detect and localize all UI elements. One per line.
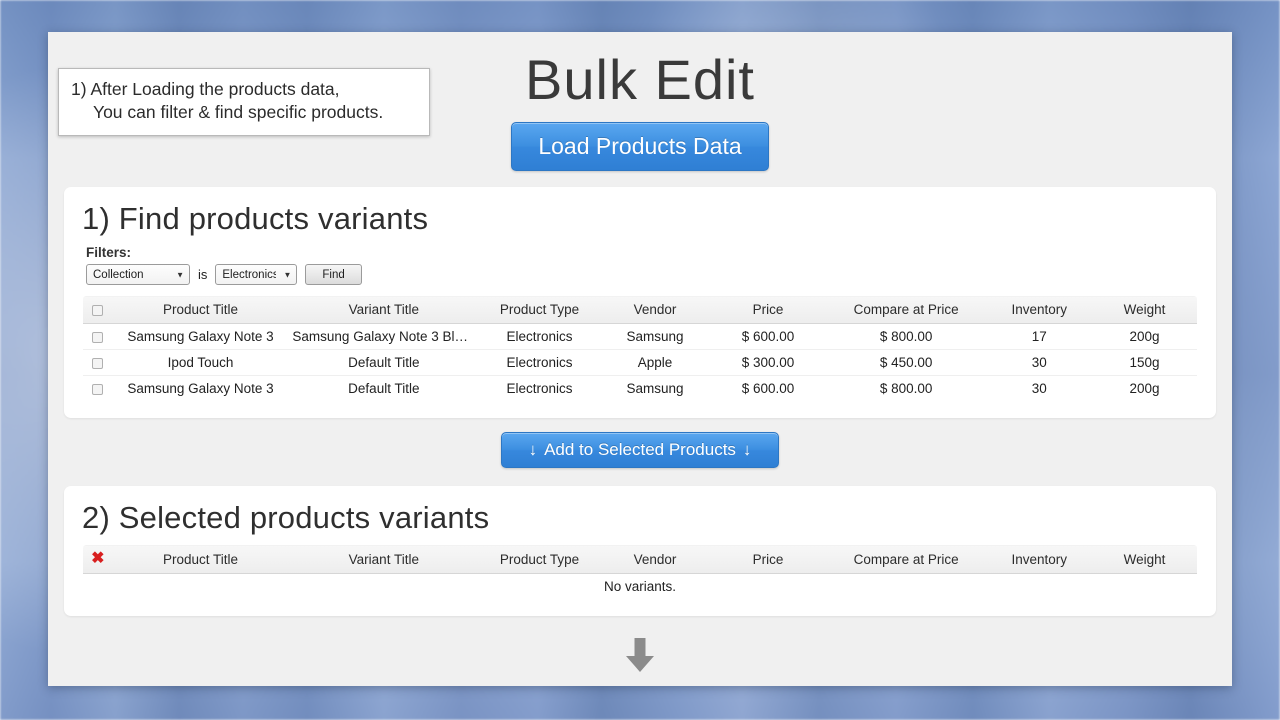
header-weight: Weight: [1092, 296, 1198, 324]
cell-product-title: Ipod Touch: [113, 350, 289, 376]
row-select-cell: [83, 324, 113, 350]
cell-weight: 150g: [1092, 350, 1198, 376]
select-all-header: [83, 296, 113, 324]
cell-product-type: Electronics: [479, 324, 600, 350]
header-product-title: Product Title: [113, 296, 289, 324]
add-to-selected-label: Add to Selected Products: [544, 440, 736, 459]
filter-field-select-wrap: Collection ▼: [86, 264, 190, 285]
selected-variants-table: ✖ Product Title Variant Title Product Ty…: [82, 544, 1198, 600]
instruction-line-1: 1) After Loading the products data,: [71, 78, 417, 101]
instruction-callout: 1) After Loading the products data, You …: [58, 68, 430, 136]
filter-value-select-wrap: Electronics ▼: [215, 264, 297, 285]
select-all-checkbox[interactable]: [92, 305, 103, 316]
header-variant-title: Variant Title: [288, 296, 479, 324]
instruction-line-2: You can filter & find specific products.: [71, 101, 417, 124]
header-product-type: Product Type: [479, 545, 600, 574]
found-variants-table-head: Product Title Variant Title Product Type…: [83, 296, 1198, 324]
empty-state-row: No variants.: [83, 574, 1198, 600]
cell-compare-at-price: $ 800.00: [826, 324, 987, 350]
cell-vendor: Samsung: [600, 376, 710, 402]
cell-product-title: Samsung Galaxy Note 3: [113, 376, 289, 402]
selected-variants-table-body: No variants.: [83, 574, 1198, 600]
filter-value-select[interactable]: Electronics: [215, 264, 297, 285]
find-products-heading: 1) Find products variants: [82, 201, 1198, 237]
cell-variant-title: Default Title: [288, 376, 479, 402]
find-button[interactable]: Find: [305, 264, 361, 285]
cell-weight: 200g: [1092, 324, 1198, 350]
cell-price: $ 600.00: [710, 376, 826, 402]
header-compare-at-price: Compare at Price: [826, 545, 987, 574]
cell-compare-at-price: $ 800.00: [826, 376, 987, 402]
cell-vendor: Apple: [600, 350, 710, 376]
load-products-data-button[interactable]: Load Products Data: [511, 122, 768, 171]
selected-products-card: 2) Selected products variants ✖ Product …: [64, 486, 1216, 616]
found-variants-table: Product Title Variant Title Product Type…: [82, 295, 1198, 402]
found-variants-table-body: Samsung Galaxy Note 3Samsung Galaxy Note…: [83, 324, 1198, 402]
cell-compare-at-price: $ 450.00: [826, 350, 987, 376]
cell-price: $ 300.00: [710, 350, 826, 376]
row-select-cell: [83, 376, 113, 402]
header-vendor: Vendor: [600, 545, 710, 574]
header-product-type: Product Type: [479, 296, 600, 324]
filters-label: Filters:: [86, 245, 1198, 260]
header-vendor: Vendor: [600, 296, 710, 324]
filter-is-label: is: [198, 267, 207, 282]
arrow-down-icon: ↓: [736, 440, 759, 459]
header-product-title: Product Title: [113, 545, 289, 574]
header-weight: Weight: [1092, 545, 1198, 574]
filter-field-select[interactable]: Collection: [86, 264, 190, 285]
cell-product-type: Electronics: [479, 376, 600, 402]
header-inventory: Inventory: [987, 296, 1092, 324]
row-select-checkbox[interactable]: [92, 384, 103, 395]
row-select-checkbox[interactable]: [92, 332, 103, 343]
table-row: Ipod TouchDefault TitleElectronicsApple$…: [83, 350, 1198, 376]
cell-inventory: 30: [987, 376, 1092, 402]
selected-products-heading: 2) Selected products variants: [82, 500, 1198, 536]
cell-product-title: Samsung Galaxy Note 3: [113, 324, 289, 350]
cell-weight: 200g: [1092, 376, 1198, 402]
arrow-down-icon: [620, 636, 660, 674]
row-select-checkbox[interactable]: [92, 358, 103, 369]
add-to-selected-row: ↓Add to Selected Products↓: [48, 432, 1232, 468]
header-inventory: Inventory: [987, 545, 1092, 574]
header-compare-at-price: Compare at Price: [826, 296, 987, 324]
filters-row: Collection ▼ is Electronics ▼ Find: [86, 264, 1198, 285]
table-header-row: ✖ Product Title Variant Title Product Ty…: [83, 545, 1198, 574]
header-price: Price: [710, 296, 826, 324]
cell-vendor: Samsung: [600, 324, 710, 350]
bulk-edit-page: 1) After Loading the products data, You …: [48, 32, 1232, 686]
header-variant-title: Variant Title: [288, 545, 479, 574]
table-row: Samsung Galaxy Note 3Samsung Galaxy Note…: [83, 324, 1198, 350]
selected-variants-table-head: ✖ Product Title Variant Title Product Ty…: [83, 545, 1198, 574]
find-products-card: 1) Find products variants Filters: Colle…: [64, 187, 1216, 418]
page-header: 1) After Loading the products data, You …: [48, 32, 1232, 187]
empty-state-message: No variants.: [83, 574, 1198, 600]
cell-variant-title: Samsung Galaxy Note 3 Black: [288, 324, 479, 350]
add-to-selected-products-button[interactable]: ↓Add to Selected Products↓: [501, 432, 780, 468]
cell-variant-title: Default Title: [288, 350, 479, 376]
header-price: Price: [710, 545, 826, 574]
row-select-cell: [83, 350, 113, 376]
table-row: Samsung Galaxy Note 3Default TitleElectr…: [83, 376, 1198, 402]
cell-inventory: 30: [987, 350, 1092, 376]
remove-all-header: ✖: [83, 545, 113, 574]
table-header-row: Product Title Variant Title Product Type…: [83, 296, 1198, 324]
cell-price: $ 600.00: [710, 324, 826, 350]
cell-product-type: Electronics: [479, 350, 600, 376]
remove-all-icon[interactable]: ✖: [91, 551, 104, 567]
cell-inventory: 17: [987, 324, 1092, 350]
arrow-down-icon: ↓: [522, 440, 545, 459]
